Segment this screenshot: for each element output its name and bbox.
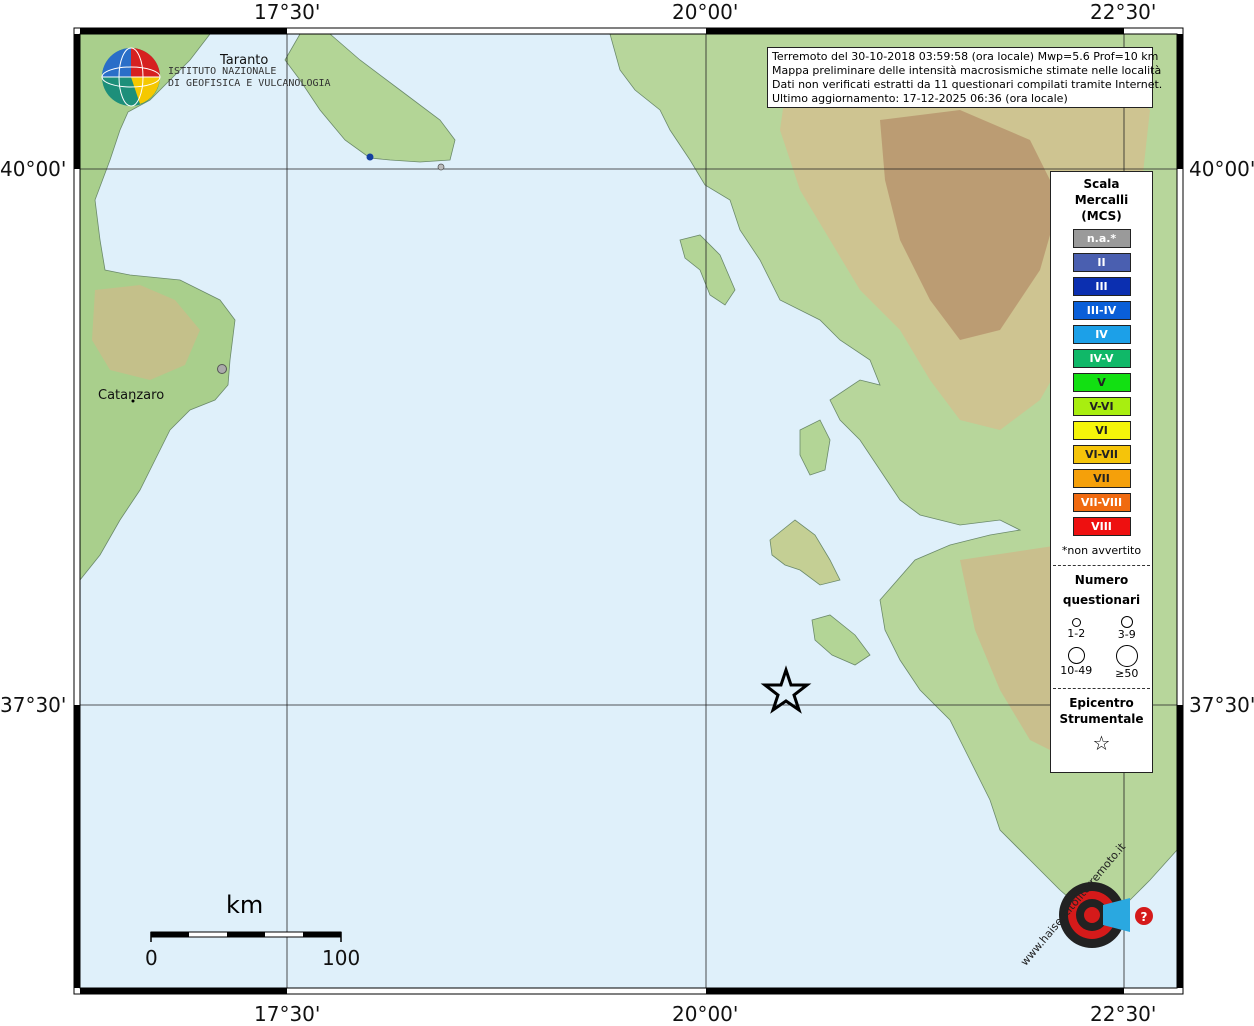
size-label: ≥50 [1115, 667, 1139, 680]
scale-unit: km [226, 891, 264, 919]
legend-separator [1053, 688, 1150, 689]
intensity-swatch: VI [1072, 421, 1131, 440]
size-label: 3-9 [1117, 628, 1136, 641]
point-marker [437, 163, 445, 171]
lat-label-right: 37°30' [1189, 693, 1254, 717]
lon-label-bottom: 20°00' [672, 1002, 739, 1026]
ingv-line2: DI GEOFISICA E VULCANOLOGIA [168, 78, 331, 89]
size-circle-icon [1067, 647, 1085, 664]
lon-label-bottom: 22°30' [1090, 1002, 1157, 1026]
intensity-swatch: IV [1072, 325, 1131, 344]
size-label: 1-2 [1067, 627, 1086, 640]
scale-start: 0 [145, 946, 158, 970]
legend-panel: Scala Mercalli (MCS) n.a.* II III III-IV IV I… [1050, 171, 1153, 773]
epicenter-title: Epicentro Strumentale [1051, 695, 1152, 727]
scale-end: 100 [322, 946, 361, 970]
intensity-swatch: V [1072, 373, 1131, 392]
data-note: Dati non verificati estratti da 11 quest… [772, 78, 1163, 91]
legend-title-line: (MCS) [1081, 209, 1122, 223]
lon-label-bottom: 17°30' [254, 1002, 321, 1026]
legend-title-line: Mercalli [1074, 193, 1129, 207]
intensity-swatch: VII-VIII [1072, 493, 1131, 512]
ingv-line1: ISTITUTO NAZIONALE [168, 66, 277, 77]
size-circle-icon [1115, 645, 1138, 667]
intensity-swatch: III-IV [1072, 301, 1131, 320]
point-marker [217, 364, 227, 374]
ingv-logo-icon [101, 47, 161, 107]
size-label: 10-49 [1060, 664, 1093, 677]
legend-title-line: questionari [1062, 593, 1141, 607]
size-circle-icon [1071, 618, 1081, 627]
size-circle-icon [1120, 616, 1133, 628]
lat-label-right: 40°00' [1189, 157, 1254, 181]
event-line: Terremoto del 30-10-2018 03:59:58 (ora l… [772, 50, 1159, 63]
intensity-swatch: VI-VII [1072, 445, 1131, 464]
legend-separator [1053, 565, 1150, 566]
map-description: Mappa preliminare delle intensità macros… [772, 64, 1162, 77]
intensity-swatch: n.a.* [1072, 229, 1131, 248]
questionnaire-title: Numero questionari [1051, 570, 1152, 610]
svg-text:?: ? [1141, 910, 1148, 924]
lon-label-top: 20°00' [672, 0, 739, 24]
event-info-box: Terremoto del 30-10-2018 03:59:58 (ora l… [767, 47, 1163, 108]
lon-label-top: 17°30' [254, 0, 321, 24]
lon-label-top: 22°30' [1090, 0, 1157, 24]
intensity-swatch: VIII [1072, 517, 1131, 536]
na-note: *non avvertito [1061, 544, 1142, 557]
ingv-logo-text: ISTITUTO NAZIONALE DI GEOFISICA E VULCAN… [168, 66, 331, 90]
taranto-marker [366, 153, 374, 161]
place-label-catanzaro: Catanzaro [98, 388, 165, 403]
legend-title-line: Scala [1083, 177, 1120, 191]
lat-label-left: 40°00' [0, 157, 67, 181]
intensity-swatch: VII [1072, 469, 1131, 488]
star-icon: ☆ [1092, 731, 1111, 755]
legend-title-line: Numero [1074, 573, 1129, 587]
legend-title-line: Epicentro [1069, 696, 1134, 710]
legend-title: Scala Mercalli (MCS) [1051, 176, 1152, 224]
lat-label-left: 37°30' [0, 693, 67, 717]
questionnaire-sizes: 1-2 3-9 10-49 ≥50 [1051, 614, 1152, 680]
intensity-swatch: II [1072, 253, 1131, 272]
last-update: Ultimo aggiornamento: 17-12-2025 06:36 (… [772, 92, 1068, 105]
intensity-swatch: V-VI [1072, 397, 1131, 416]
legend-title-line: Strumentale [1059, 712, 1144, 726]
intensity-swatch: III [1072, 277, 1131, 296]
intensity-swatch: IV-V [1072, 349, 1131, 368]
intensity-scale: n.a.* II III III-IV IV IV-V V V-VI VI VI-VII VII VI… [1051, 229, 1152, 536]
